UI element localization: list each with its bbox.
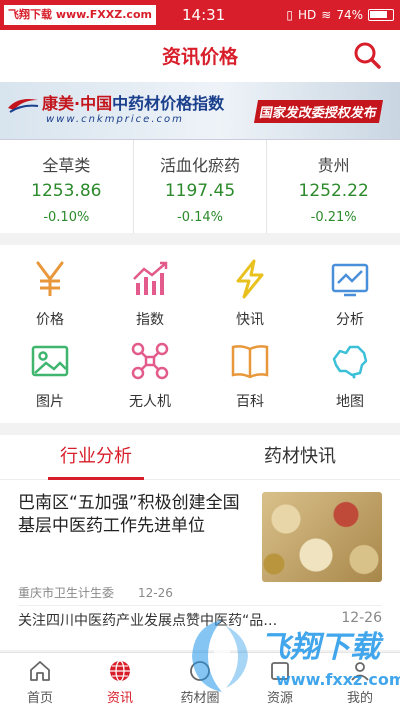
banner-title: 康美·中国中药材价格指数 — [42, 90, 224, 114]
nav-label: 我的 — [346, 691, 373, 706]
book-icon — [231, 345, 269, 379]
grid-item-encyclopedia[interactable]: 百科 — [200, 341, 300, 421]
index-value: 1197.45 — [164, 181, 236, 201]
status-time: 14:31 — [182, 6, 226, 24]
lightning-icon — [236, 259, 264, 299]
grid-item-index[interactable]: 指数 — [100, 259, 200, 339]
app-header: 资讯价格 — [0, 30, 400, 82]
bottom-nav: 首页 资讯 药材圈 资源 我的 — [0, 652, 400, 712]
wifi-icon: ≋ — [321, 8, 332, 22]
grid-label: 地图 — [336, 394, 364, 410]
index-value: 1252.22 — [298, 181, 369, 201]
page-title: 资讯价格 — [161, 46, 238, 68]
article-source: 重庆市卫生计生委 — [18, 586, 115, 600]
article-date: 12-26 — [138, 586, 173, 600]
signal-label: HD — [298, 8, 317, 22]
grid-item-analysis[interactable]: 分析 — [300, 259, 400, 339]
index-change: -0.21% — [310, 210, 357, 225]
index-name: 活血化瘀药 — [160, 156, 241, 175]
index-card[interactable]: 贵州 1252.22 -0.21% — [267, 140, 400, 233]
banner-slogan: 国家发改委授权发布 — [253, 100, 384, 123]
home-icon — [30, 661, 50, 681]
grid-label: 图片 — [36, 394, 64, 410]
list-item[interactable]: 巴南区“五加强”积极创建全国基层中医药工作先进单位 重庆市卫生计生委 12-26 — [18, 492, 248, 600]
battery-icon — [368, 9, 394, 21]
circle-icon — [190, 661, 210, 681]
vibrate-icon: ▯ — [286, 8, 293, 22]
battery-label: 74% — [336, 8, 363, 22]
index-value: 1253.86 — [31, 181, 102, 201]
nav-resources[interactable]: 资源 — [240, 653, 320, 712]
index-change: -0.10% — [43, 210, 90, 225]
grid-label: 百科 — [236, 394, 264, 410]
status-watermark: 飞翔下载 www.FXXZ.com — [4, 5, 156, 25]
banner-url: www.cnkmprice.com — [46, 114, 184, 125]
grid-label: 分析 — [336, 312, 364, 328]
nav-label: 资源 — [266, 691, 293, 706]
banner-brand: 康美·中国 — [42, 94, 113, 113]
grid-label: 价格 — [36, 312, 64, 328]
grid-item-images[interactable]: 图片 — [0, 341, 100, 421]
user-icon — [351, 662, 369, 681]
news-feed: 巴南区“五加强”积极创建全国基层中医药工作先进单位 重庆市卫生计生委 12-26 … — [0, 480, 400, 650]
index-name: 贵州 — [317, 156, 350, 175]
status-indicators: ▯ HD ≋ 74% — [286, 5, 394, 25]
article-meta: 重庆市卫生计生委 12-26 — [18, 584, 248, 601]
nav-profile[interactable]: 我的 — [320, 653, 400, 712]
index-name: 全草类 — [42, 156, 91, 175]
grid-label: 指数 — [136, 312, 164, 328]
grid-label: 无人机 — [129, 394, 171, 410]
index-card[interactable]: 全草类 1253.86 -0.10% — [0, 140, 134, 233]
index-summary: 全草类 1253.86 -0.10% 活血化瘀药 1197.45 -0.14% … — [0, 140, 400, 233]
banner-brand-sub: 中药材价格指数 — [112, 94, 225, 113]
globe-icon — [110, 660, 130, 682]
nav-home[interactable]: 首页 — [0, 653, 80, 712]
grid-item-news[interactable]: 快讯 — [200, 259, 300, 339]
price-index-banner[interactable]: 康美·中国中药材价格指数 www.cnkmprice.com 国家发改委授权发布 — [0, 82, 400, 140]
map-icon — [332, 345, 368, 379]
article-thumbnail[interactable] — [262, 492, 382, 582]
function-grid: 价格 指数 快讯 分析 图片 无人机 百科 地图 — [0, 245, 400, 423]
drone-icon — [131, 342, 169, 380]
line-chart-icon — [331, 263, 369, 297]
grid-item-drone[interactable]: 无人机 — [100, 341, 200, 421]
tab-industry-analysis[interactable]: 行业分析 — [48, 435, 144, 480]
grid-item-price[interactable]: 价格 — [0, 259, 100, 339]
article-title: 巴南区“五加强”积极创建全国基层中医药工作先进单位 — [18, 493, 240, 536]
list-item[interactable]: 关注四川中医药产业发展点赞中医药“品… 12-26 — [18, 605, 382, 630]
search-icon[interactable] — [352, 40, 382, 70]
status-bar: 飞翔下载 www.FXXZ.com 14:31 ▯ HD ≋ 74% — [0, 0, 400, 30]
tab-herb-news[interactable]: 药材快讯 — [252, 435, 348, 480]
grid-item-map[interactable]: 地图 — [300, 341, 400, 421]
article-date: 12-26 — [341, 610, 382, 626]
nav-news[interactable]: 资讯 — [80, 653, 160, 712]
article-title: 关注四川中医药产业发展点赞中医药“品… — [18, 613, 278, 629]
news-tabs: 行业分析 药材快讯 — [0, 435, 400, 480]
nav-label: 首页 — [26, 691, 53, 706]
resource-icon — [271, 662, 289, 680]
yen-icon — [36, 261, 64, 296]
grid-label: 快讯 — [236, 312, 264, 328]
nav-label: 资讯 — [106, 691, 133, 706]
kangmei-logo-icon — [8, 99, 39, 113]
chart-icon — [133, 261, 168, 295]
image-icon — [31, 345, 69, 377]
index-card[interactable]: 活血化瘀药 1197.45 -0.14% — [134, 140, 268, 233]
nav-label: 药材圈 — [180, 691, 220, 706]
index-change: -0.14% — [177, 210, 223, 225]
nav-herb-circle[interactable]: 药材圈 — [160, 653, 240, 712]
